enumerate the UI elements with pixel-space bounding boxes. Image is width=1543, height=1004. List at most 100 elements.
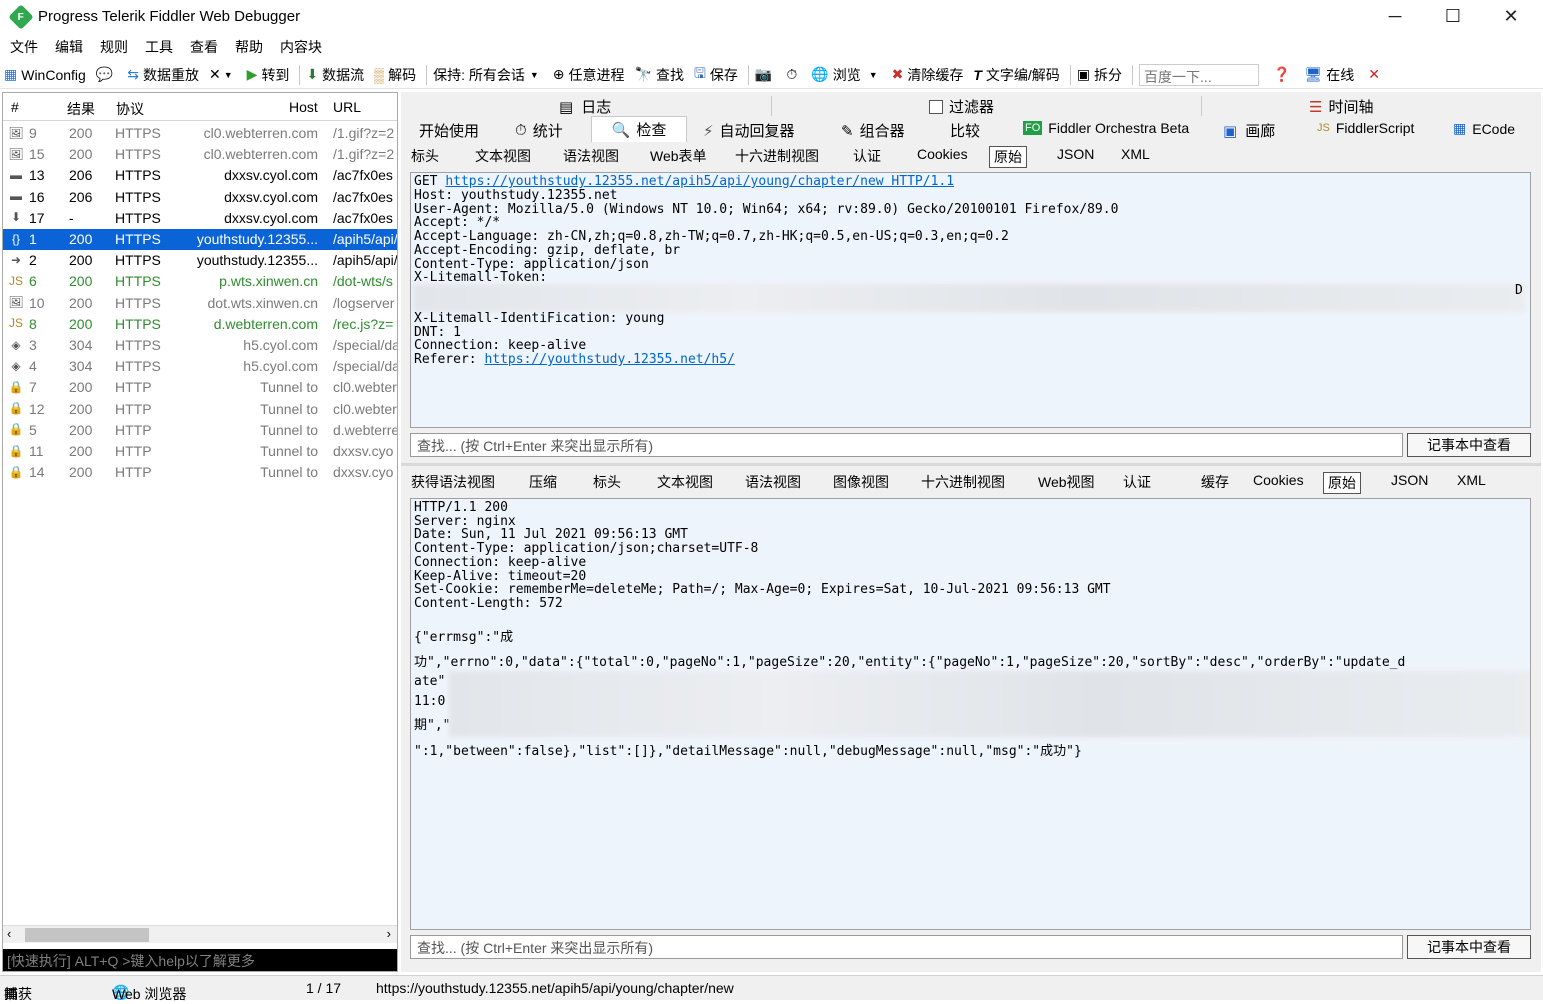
response-sub-tab-12[interactable]: JSON bbox=[1391, 472, 1428, 488]
response-sub-tab-13[interactable]: XML bbox=[1457, 472, 1486, 488]
horizontal-scrollbar[interactable]: ‹ › bbox=[3, 925, 397, 943]
referer-link[interactable]: https://youthstudy.12355.net/h5/ bbox=[484, 352, 734, 367]
session-row[interactable]: 🖼 15 200 HTTPS cl0.webterren.com/1.gif?z=2 bbox=[3, 144, 397, 165]
session-row[interactable]: 🔒 5 200 HTTP Tunnel to d.webterre bbox=[3, 420, 397, 441]
help-button[interactable]: ❓ bbox=[1273, 66, 1294, 83]
menu-file[interactable]: 文件 bbox=[10, 37, 38, 57]
baidu-search-input[interactable]: 百度一下... bbox=[1139, 63, 1260, 86]
maximize-button[interactable]: ☐ bbox=[1424, 0, 1482, 33]
tab-log[interactable]: ▤ 日志 bbox=[559, 96, 611, 117]
col-host[interactable]: Host bbox=[289, 99, 318, 115]
timer-button[interactable]: ⏱ bbox=[786, 66, 801, 83]
tab-compare[interactable]: 比较 bbox=[950, 120, 980, 141]
menu-rules[interactable]: 规则 bbox=[100, 37, 128, 57]
winconfig-button[interactable]: ▦ WinConfig bbox=[4, 66, 86, 83]
minimize-button[interactable]: ─ bbox=[1366, 0, 1424, 33]
request-sub-tab-2[interactable]: 语法视图 bbox=[563, 146, 619, 166]
session-row[interactable]: 🔒 12 200 HTTP Tunnel to cl0.webter bbox=[3, 399, 397, 420]
session-row[interactable]: 🔒 14 200 HTTP Tunnel to dxxsv.cyo bbox=[3, 462, 397, 483]
tab-composer[interactable]: ✎ 组合器 bbox=[841, 120, 905, 141]
scrollbar-thumb[interactable] bbox=[25, 928, 149, 942]
request-view-in-notepad-button[interactable]: 记事本中查看 bbox=[1407, 433, 1531, 457]
session-row[interactable]: JS 8 200 HTTPS d.webterren.com/rec.js?z= bbox=[3, 314, 397, 335]
request-sub-tab-6[interactable]: Cookies bbox=[917, 146, 968, 162]
tab-filters[interactable]: 过滤器 bbox=[929, 96, 994, 117]
request-sub-tab-0[interactable]: 标头 bbox=[411, 146, 439, 166]
tab-fiddler-orchestra[interactable]: FO Fiddler Orchestra Beta bbox=[1023, 120, 1189, 136]
find-button[interactable]: 🔭 查找 bbox=[635, 65, 684, 85]
session-row[interactable]: {} 1 200 HTTPS youthstudy.12355... /apih5/api… bbox=[3, 229, 397, 250]
tab-statistics[interactable]: ⏱ 统计 bbox=[515, 120, 563, 141]
save-button[interactable]: 🖫 保存 bbox=[694, 63, 738, 87]
screenshot-button[interactable]: 📷 bbox=[755, 66, 776, 83]
tearoff-button[interactable]: ▣ 拆分 bbox=[1077, 65, 1122, 85]
response-sub-tab-8[interactable]: 认证 bbox=[1123, 472, 1151, 492]
session-row[interactable]: 🔒 7 200 HTTP Tunnel to cl0.webter bbox=[3, 377, 397, 398]
comment-button[interactable]: 💬 bbox=[96, 66, 117, 83]
request-sub-tab-7[interactable]: 原始 bbox=[989, 146, 1027, 168]
quickexec-input[interactable]: [快速执行] ALT+Q >键入help以了解更多 bbox=[3, 949, 397, 971]
close-window-button[interactable]: ✕ bbox=[1482, 0, 1540, 33]
replay-button[interactable]: ⇆ 数据重放 bbox=[127, 65, 199, 85]
session-row[interactable]: 🖼 10 200 HTTPS dot.wts.xinwen.cn/logserver bbox=[3, 293, 397, 314]
tab-fiddlerscript[interactable]: JS FiddlerScript bbox=[1317, 120, 1414, 136]
session-row[interactable]: ◈ 4 304 HTTPS h5.cyol.com/special/da bbox=[3, 356, 397, 377]
request-url-link[interactable]: https://youthstudy.12355.net/apih5/api/y… bbox=[445, 174, 954, 189]
tab-timeline[interactable]: ☰ 时间轴 bbox=[1309, 96, 1373, 117]
response-sub-tab-0[interactable]: 获得语法视图 bbox=[411, 472, 495, 492]
session-row[interactable]: ▬ 16 206 HTTPS dxxsv.cyol.com/ac7fx0es bbox=[3, 187, 397, 208]
clear-cache-button[interactable]: ✖ 清除缓存 bbox=[892, 65, 964, 85]
response-sub-tab-6[interactable]: 十六进制视图 bbox=[921, 472, 1005, 492]
request-sub-tab-5[interactable]: 认证 bbox=[853, 146, 881, 166]
menu-content-block[interactable]: 内容块 bbox=[280, 37, 322, 57]
stream-button[interactable]: ⬇ 数据流 bbox=[306, 65, 364, 85]
menu-edit[interactable]: 编辑 bbox=[55, 37, 83, 57]
request-sub-tab-8[interactable]: JSON bbox=[1057, 146, 1094, 162]
session-row[interactable]: JS 6 200 HTTPS p.wts.xinwen.cn/dot-wts/s bbox=[3, 271, 397, 292]
menu-help[interactable]: 帮助 bbox=[235, 37, 263, 57]
request-raw-view[interactable]: GET https://youthstudy.12355.net/apih5/a… bbox=[410, 172, 1531, 428]
request-sub-tab-3[interactable]: Web表单 bbox=[650, 146, 707, 166]
response-sub-tab-2[interactable]: 标头 bbox=[593, 472, 621, 492]
menu-tools[interactable]: 工具 bbox=[145, 37, 173, 57]
keep-sessions-dropdown[interactable]: 保持: 所有会话 ▼ bbox=[433, 65, 543, 85]
session-row[interactable]: ▬ 13 206 HTTPS dxxsv.cyol.com/ac7fx0es bbox=[3, 165, 397, 186]
goto-button[interactable]: ▶ 转到 bbox=[247, 65, 290, 85]
tab-ecode[interactable]: ▦ ECode bbox=[1453, 120, 1515, 137]
session-row[interactable]: ⬇ 17 - HTTPS dxxsv.cyol.com/ac7fx0es bbox=[3, 208, 397, 229]
tab-gallery[interactable]: ▣ 画廊 bbox=[1223, 120, 1275, 141]
any-process-button[interactable]: ⊕ 任意进程 bbox=[553, 65, 625, 85]
request-sub-tab-1[interactable]: 文本视图 bbox=[475, 146, 531, 166]
decode-button[interactable]: ▒ 解码 bbox=[374, 65, 416, 85]
online-button[interactable]: 🖥 在线 bbox=[1304, 65, 1354, 85]
response-sub-tab-5[interactable]: 图像视图 bbox=[833, 472, 889, 492]
col-id[interactable]: # bbox=[11, 99, 19, 115]
response-sub-tab-10[interactable]: Cookies bbox=[1253, 472, 1304, 488]
col-protocol[interactable]: 协议 bbox=[116, 99, 144, 119]
splitter[interactable] bbox=[401, 463, 1541, 466]
response-sub-tab-9[interactable]: 缓存 bbox=[1201, 472, 1229, 492]
response-sub-tab-7[interactable]: Web视图 bbox=[1038, 472, 1095, 492]
response-find-input[interactable]: 查找... (按 Ctrl+Enter 来突出显示所有) bbox=[410, 935, 1403, 959]
response-sub-tab-3[interactable]: 文本视图 bbox=[657, 472, 713, 492]
tab-inspectors[interactable]: 🔍 检查 bbox=[591, 116, 687, 142]
session-row[interactable]: ◈ 3 304 HTTPS h5.cyol.com/special/da bbox=[3, 335, 397, 356]
session-row[interactable]: 🖼 9 200 HTTPS cl0.webterren.com/1.gif?z=2 bbox=[3, 123, 397, 144]
response-view-in-notepad-button[interactable]: 记事本中查看 bbox=[1407, 935, 1531, 959]
request-find-input[interactable]: 查找... (按 Ctrl+Enter 来突出显示所有) bbox=[410, 433, 1403, 457]
scroll-right-icon[interactable]: › bbox=[387, 926, 391, 941]
browse-button[interactable]: 🌐 浏览 ▼ bbox=[811, 65, 881, 85]
tab-autoresponder[interactable]: ⚡ 自动回复器 bbox=[703, 120, 795, 141]
response-sub-tab-4[interactable]: 语法视图 bbox=[745, 472, 801, 492]
request-sub-tab-4[interactable]: 十六进制视图 bbox=[735, 146, 819, 166]
close-toolbar-icon[interactable]: ✕ bbox=[1368, 66, 1380, 83]
response-raw-view[interactable]: HTTP/1.1 200 Server: nginx Date: Sun, 11 J… bbox=[410, 498, 1531, 930]
scroll-left-icon[interactable]: ‹ bbox=[7, 926, 11, 941]
request-sub-tab-9[interactable]: XML bbox=[1121, 146, 1150, 162]
text-wizard-button[interactable]: T 文字编/解码 bbox=[973, 65, 1059, 85]
session-row[interactable]: 🔒 11 200 HTTP Tunnel to dxxsv.cyo bbox=[3, 441, 397, 462]
col-result[interactable]: 结果 bbox=[67, 99, 95, 119]
session-row[interactable]: ➜ 2 200 HTTPS youthstudy.12355... /apih5/api/ bbox=[3, 250, 397, 271]
menu-view[interactable]: 查看 bbox=[190, 37, 218, 57]
tab-get-started[interactable]: 开始使用 bbox=[419, 120, 479, 141]
